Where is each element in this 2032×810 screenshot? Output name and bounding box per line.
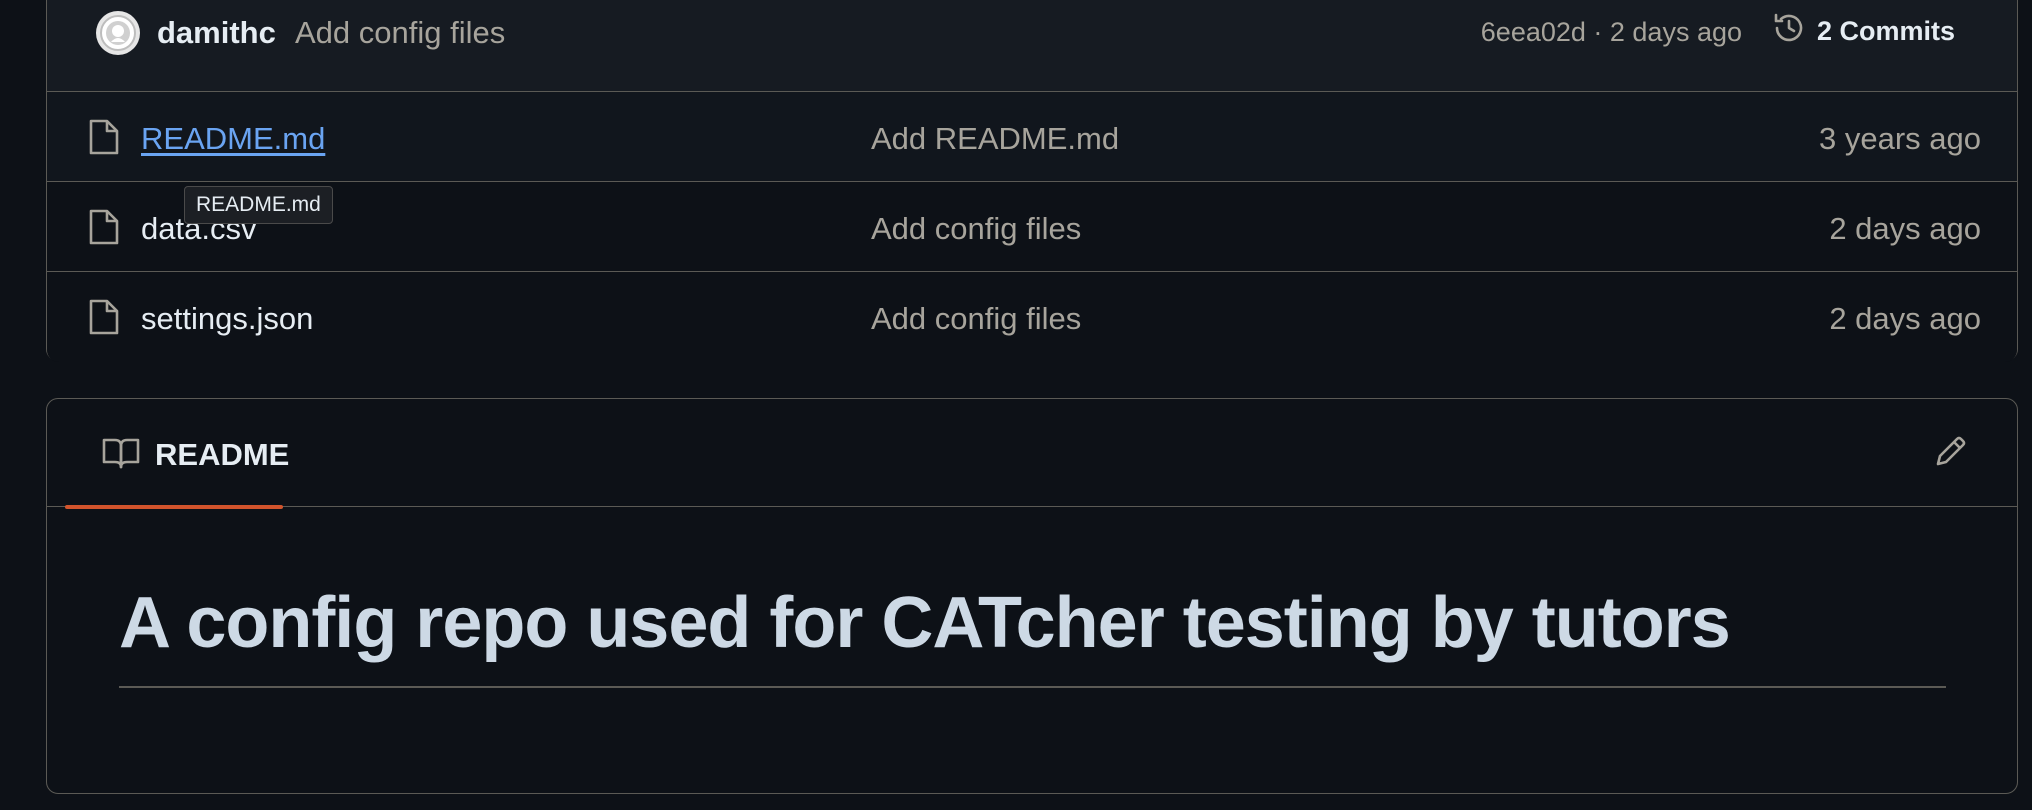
file-icon (87, 208, 121, 246)
file-commit-time: 3 years ago (1819, 121, 1981, 156)
readme-header: README (47, 399, 2017, 509)
file-commit-message[interactable]: Add config files (871, 301, 1081, 337)
file-commit-message[interactable]: Add config files (871, 211, 1081, 247)
commit-message[interactable]: Add config files (295, 15, 505, 51)
pencil-icon (1934, 434, 1968, 473)
edit-readme-button[interactable] (1931, 433, 1971, 473)
readme-heading: A config repo used for CATcher testing b… (119, 583, 1731, 663)
file-name-tooltip: README.md (184, 186, 333, 224)
readme-tab-label: README (155, 437, 290, 472)
file-icon (87, 298, 121, 336)
repo-page: damithc Add config files 6eea02d · 2 day… (0, 0, 2032, 810)
commit-hash-and-time[interactable]: 6eea02d · 2 days ago (1481, 17, 1742, 48)
commits-history-link[interactable]: 2 Commits (1771, 11, 1955, 51)
latest-commit-bar: damithc Add config files 6eea02d · 2 day… (47, 0, 2017, 92)
active-tab-indicator (65, 505, 283, 509)
file-name-link[interactable]: README.md (141, 121, 325, 157)
file-row[interactable]: settings.json Add config files 2 days ag… (47, 272, 2017, 362)
commit-author[interactable]: damithc (157, 15, 276, 51)
readme-panel: README A config repo used for CATcher te… (46, 398, 2018, 794)
file-table: damithc Add config files 6eea02d · 2 day… (46, 0, 2018, 362)
file-row[interactable]: data.csv Add config files 2 days ago (47, 182, 2017, 272)
github-user-icon (100, 15, 136, 51)
file-icon (87, 118, 121, 156)
avatar[interactable] (96, 11, 140, 55)
heading-divider (119, 686, 1946, 688)
file-name-link[interactable]: settings.json (141, 301, 313, 337)
tab-readme[interactable]: README (65, 399, 289, 509)
file-commit-time: 2 days ago (1829, 211, 1981, 246)
file-row[interactable]: README.md Add README.md 3 years ago (47, 92, 2017, 182)
file-commit-time: 2 days ago (1829, 301, 1981, 336)
history-icon (1771, 10, 1807, 53)
file-commit-message[interactable]: Add README.md (871, 121, 1119, 157)
book-icon (102, 437, 140, 469)
commits-count-label: 2 Commits (1816, 15, 1955, 46)
